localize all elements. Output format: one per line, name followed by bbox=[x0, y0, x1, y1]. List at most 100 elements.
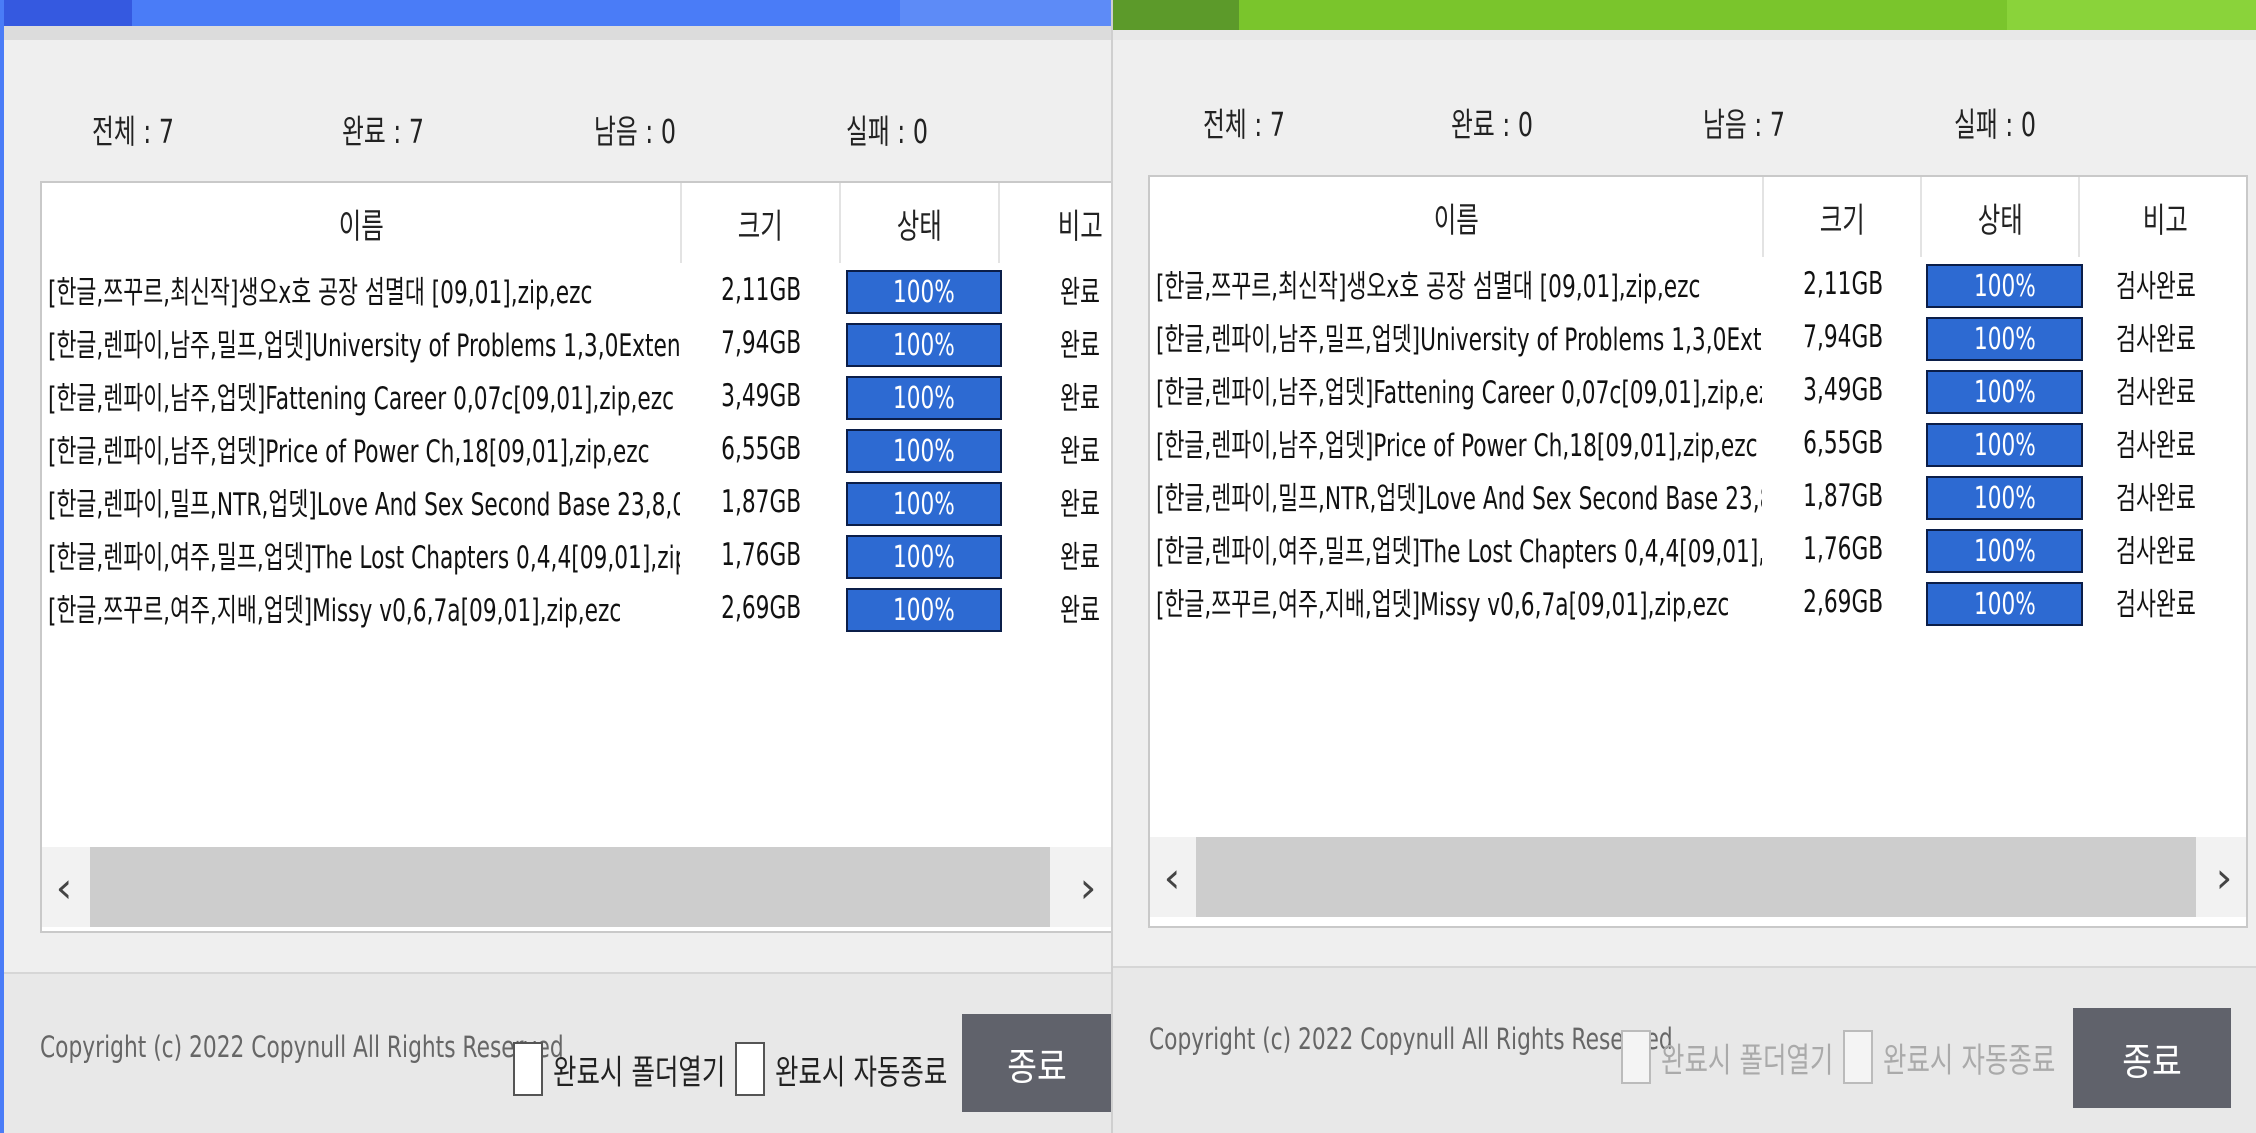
file-name: [한글,렌파이,남주,업뎃]Fattening Career 0,07c[09,… bbox=[1156, 375, 1762, 411]
file-list[interactable]: 이름 크기 상태 비고 [한글,쯔꾸르,최신작]생오x호 공장 섬멸대 [09,… bbox=[1148, 175, 2248, 928]
file-size: 3,49GB bbox=[1802, 371, 1884, 408]
note-value: 검사완료 bbox=[2116, 428, 2196, 464]
copyright-text: Copyright (c) 2022 Copynull All Rights R… bbox=[40, 1030, 564, 1064]
open-folder-label: 완료시 폴더열기 bbox=[1661, 1040, 1834, 1081]
table-row[interactable]: [한글,쯔꾸르,여주,지배,업뎃]Missy v0,6,7a[09,01],zi… bbox=[1150, 575, 2246, 628]
table-row[interactable]: [한글,렌파이,남주,업뎃]Price of Power Ch,18[09,01… bbox=[42, 422, 1111, 475]
table-row[interactable]: [한글,렌파이,남주,업뎃]Fattening Career 0,07c[09,… bbox=[1150, 363, 2246, 416]
open-folder-checkbox[interactable] bbox=[513, 1042, 543, 1096]
open-folder-checkbox[interactable] bbox=[1621, 1030, 1651, 1084]
note-value: 완료 bbox=[1060, 593, 1100, 629]
file-name: [한글,쯔꾸르,최신작]생오x호 공장 섬멸대 [09,01],zip,ezc bbox=[1156, 269, 1701, 305]
scroll-left-icon[interactable]: ‹ bbox=[42, 847, 86, 927]
auto-close-label: 완료시 자동종료 bbox=[775, 1052, 948, 1093]
progress-bar: 100% bbox=[846, 535, 1002, 579]
column-header-note[interactable]: 비고 bbox=[2080, 177, 2246, 257]
table-row[interactable]: [한글,렌파이,밀프,NTR,업뎃]Love And Sex Second Ba… bbox=[42, 475, 1111, 528]
left-window: 전체 : 7 완료 : 7 남음 : 0 실패 : 0 이름 크기 상태 비고 … bbox=[0, 0, 1111, 1133]
file-size: 2,11GB bbox=[721, 271, 802, 308]
file-name: [한글,렌파이,여주,밀프,업뎃]The Lost Chapters 0,4,4… bbox=[1156, 534, 1762, 570]
horizontal-scrollbar[interactable]: ‹ › bbox=[42, 847, 1111, 927]
file-name: [한글,쯔꾸르,여주,지배,업뎃]Missy v0,6,7a[09,01],zi… bbox=[48, 593, 622, 629]
total-count: 전체 : 7 bbox=[1203, 105, 1285, 144]
progress-bar: 100% bbox=[846, 429, 1002, 473]
table-row[interactable]: [한글,쯔꾸르,여주,지배,업뎃]Missy v0,6,7a[09,01],zi… bbox=[42, 581, 1111, 634]
note-value: 완료 bbox=[1060, 275, 1100, 311]
file-size: 3,49GB bbox=[721, 377, 802, 414]
copyright-text: Copyright (c) 2022 Copynull All Rights R… bbox=[1149, 1022, 1673, 1056]
file-list[interactable]: 이름 크기 상태 비고 [한글,쯔꾸르,최신작]생오x호 공장 섬멸대 [09,… bbox=[40, 181, 1111, 933]
note-value: 검사완료 bbox=[2116, 534, 2196, 570]
table-row[interactable]: [한글,렌파이,남주,밀프,업뎃]University of Problems … bbox=[42, 316, 1111, 369]
auto-close-checkbox[interactable] bbox=[735, 1042, 765, 1096]
note-value: 완료 bbox=[1060, 487, 1100, 523]
column-header-size[interactable]: 크기 bbox=[1764, 177, 1922, 257]
note-value: 완료 bbox=[1060, 540, 1100, 576]
file-size: 2,11GB bbox=[1802, 265, 1884, 302]
footer: Copyright (c) 2022 Copynull All Rights R… bbox=[4, 972, 1111, 1133]
auto-close-checkbox[interactable] bbox=[1843, 1030, 1873, 1084]
close-button[interactable]: 종료 bbox=[2073, 1008, 2231, 1108]
table-row[interactable]: [한글,렌파이,남주,업뎃]Fattening Career 0,07c[09,… bbox=[42, 369, 1111, 422]
progress-bar: 100% bbox=[1926, 423, 2083, 467]
progress-bar: 100% bbox=[1926, 476, 2083, 520]
file-name: [한글,렌파이,남주,밀프,업뎃]University of Problems … bbox=[48, 328, 680, 364]
file-name: [한글,쯔꾸르,최신작]생오x호 공장 섬멸대 [09,01],zip,ezc bbox=[48, 275, 593, 311]
table-row[interactable]: [한글,쯔꾸르,최신작]생오x호 공장 섬멸대 [09,01],zip,ezc … bbox=[42, 263, 1111, 316]
auto-close-label: 완료시 자동종료 bbox=[1883, 1040, 2056, 1081]
file-size: 6,55GB bbox=[1802, 424, 1884, 461]
file-name: [한글,렌파이,남주,업뎃]Price of Power Ch,18[09,01… bbox=[48, 434, 650, 470]
note-value: 검사완료 bbox=[2116, 322, 2196, 358]
column-header-status[interactable]: 상태 bbox=[841, 183, 1000, 263]
progress-bar: 100% bbox=[846, 588, 1002, 632]
column-header-name[interactable]: 이름 bbox=[42, 183, 682, 263]
horizontal-scrollbar[interactable]: ‹ › bbox=[1150, 837, 2246, 917]
file-name: [한글,렌파이,남주,업뎃]Price of Power Ch,18[09,01… bbox=[1156, 428, 1758, 464]
file-name: [한글,렌파이,여주,밀프,업뎃]The Lost Chapters 0,4,4… bbox=[48, 540, 680, 576]
table-row[interactable]: [한글,쯔꾸르,최신작]생오x호 공장 섬멸대 [09,01],zip,ezc … bbox=[1150, 257, 2246, 310]
file-size: 2,69GB bbox=[1802, 583, 1884, 620]
progress-bar: 100% bbox=[1926, 529, 2083, 573]
footer: Copyright (c) 2022 Copynull All Rights R… bbox=[1113, 966, 2256, 1133]
scroll-left-icon[interactable]: ‹ bbox=[1150, 837, 1194, 917]
scrollbar-thumb[interactable] bbox=[1196, 837, 2196, 917]
progress-bar: 100% bbox=[846, 270, 1002, 314]
table-row[interactable]: [한글,렌파이,남주,밀프,업뎃]University of Problems … bbox=[1150, 310, 2246, 363]
progress-bar: 100% bbox=[1926, 370, 2083, 414]
scrollbar-thumb[interactable] bbox=[90, 847, 1050, 927]
failed-count: 실패 : 0 bbox=[846, 112, 928, 151]
progress-bar: 100% bbox=[846, 482, 1002, 526]
column-header-status[interactable]: 상태 bbox=[1922, 177, 2080, 257]
right-window: 전체 : 7 완료 : 0 남음 : 7 실패 : 0 이름 크기 상태 비고 … bbox=[1111, 0, 2256, 1133]
done-count: 완료 : 7 bbox=[342, 112, 424, 151]
list-header: 이름 크기 상태 비고 bbox=[42, 183, 1111, 263]
file-size: 6,55GB bbox=[721, 430, 802, 467]
remaining-count: 남음 : 7 bbox=[1703, 105, 1785, 144]
file-size: 1,76GB bbox=[721, 536, 802, 573]
column-header-note[interactable]: 비고 bbox=[1000, 183, 1111, 263]
scroll-right-icon[interactable]: › bbox=[1066, 847, 1110, 927]
progress-bar: 100% bbox=[1926, 264, 2083, 308]
file-size: 1,87GB bbox=[1802, 477, 1884, 514]
close-button[interactable]: 종료 bbox=[962, 1014, 1111, 1112]
open-folder-label: 완료시 폴더열기 bbox=[553, 1052, 726, 1093]
progress-bar: 100% bbox=[846, 376, 1002, 420]
table-row[interactable]: [한글,렌파이,밀프,NTR,업뎃]Love And Sex Second Ba… bbox=[1150, 469, 2246, 522]
progress-bar: 100% bbox=[846, 323, 1002, 367]
file-size: 1,87GB bbox=[721, 483, 802, 520]
scroll-right-icon[interactable]: › bbox=[2202, 837, 2246, 917]
list-header: 이름 크기 상태 비고 bbox=[1150, 177, 2246, 257]
note-value: 검사완료 bbox=[2116, 481, 2196, 517]
table-row[interactable]: [한글,렌파이,여주,밀프,업뎃]The Lost Chapters 0,4,4… bbox=[1150, 522, 2246, 575]
column-header-size[interactable]: 크기 bbox=[682, 183, 841, 263]
table-row[interactable]: [한글,렌파이,여주,밀프,업뎃]The Lost Chapters 0,4,4… bbox=[42, 528, 1111, 581]
progress-bar: 100% bbox=[1926, 582, 2083, 626]
file-name: [한글,쯔꾸르,여주,지배,업뎃]Missy v0,6,7a[09,01],zi… bbox=[1156, 587, 1730, 623]
table-row[interactable]: [한글,렌파이,남주,업뎃]Price of Power Ch,18[09,01… bbox=[1150, 416, 2246, 469]
file-size: 7,94GB bbox=[721, 324, 802, 361]
file-name: [한글,렌파이,밀프,NTR,업뎃]Love And Sex Second Ba… bbox=[48, 487, 680, 523]
file-size: 7,94GB bbox=[1802, 318, 1884, 355]
column-header-name[interactable]: 이름 bbox=[1150, 177, 1764, 257]
note-value: 완료 bbox=[1060, 381, 1100, 417]
done-count: 완료 : 0 bbox=[1451, 105, 1533, 144]
